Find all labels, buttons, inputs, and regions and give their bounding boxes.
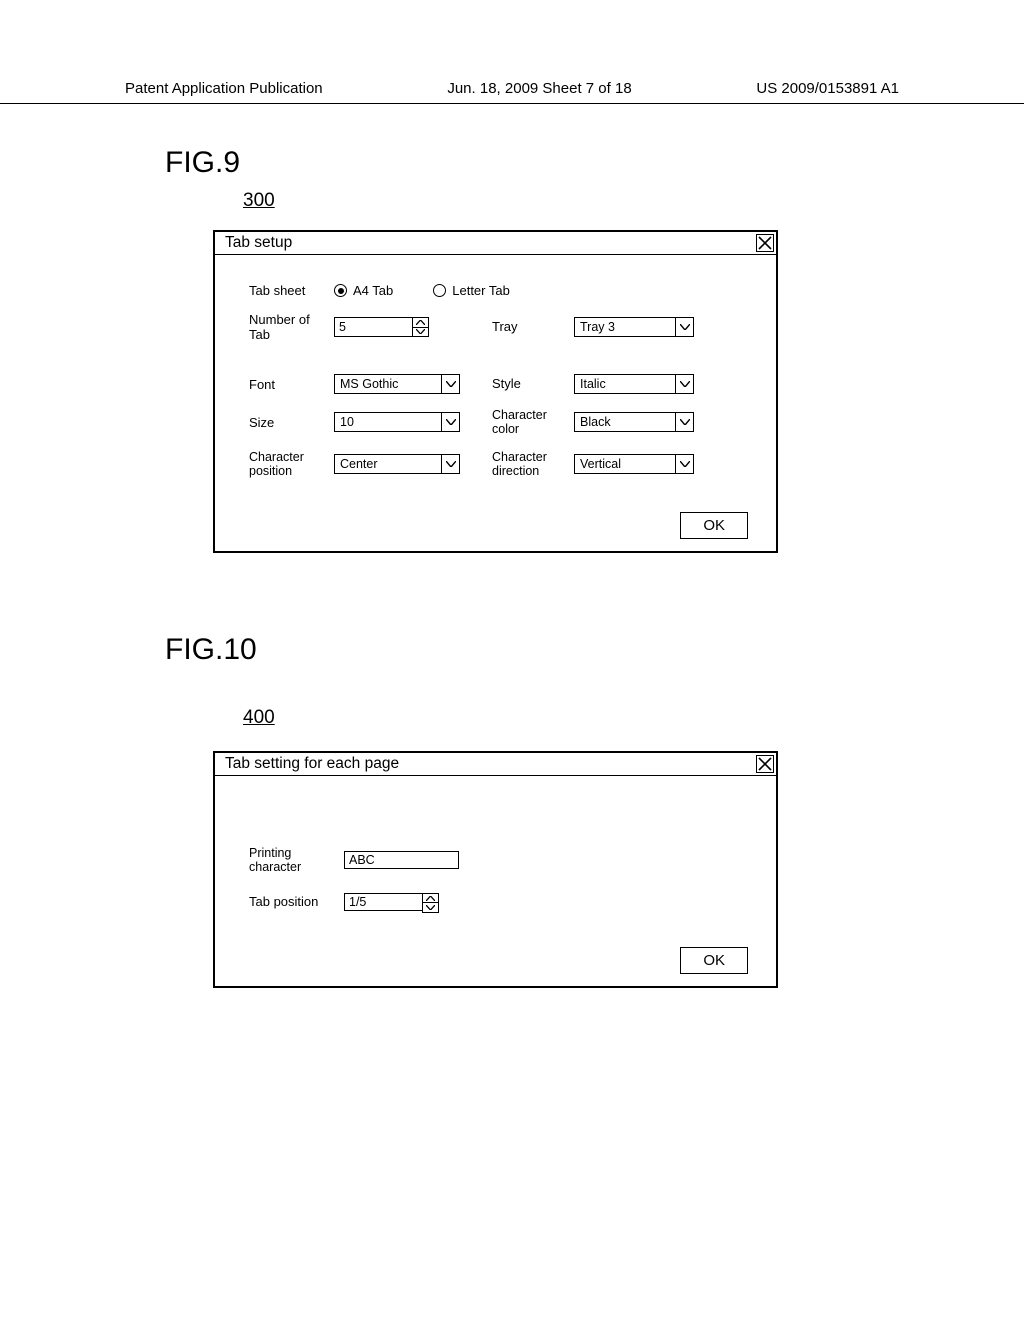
- tab-setting-per-page-dialog: Tab setting for each page Printingcharac…: [213, 751, 778, 988]
- char-direction-value: Vertical: [575, 455, 675, 473]
- size-select[interactable]: 10: [334, 412, 460, 432]
- chevron-down-icon: [675, 318, 693, 336]
- tray-select[interactable]: Tray 3: [574, 317, 694, 337]
- patent-page-header: Patent Application Publication Jun. 18, …: [0, 0, 1024, 104]
- spinner-buttons[interactable]: [412, 317, 429, 337]
- style-value: Italic: [575, 375, 675, 393]
- dialog-titlebar: Tab setup: [215, 232, 776, 255]
- dialog-titlebar: Tab setting for each page: [215, 753, 776, 776]
- char-position-label: Characterposition: [249, 450, 334, 478]
- chevron-down-icon[interactable]: [413, 328, 428, 337]
- spinner-buttons[interactable]: [422, 893, 439, 913]
- style-label: Style: [474, 377, 574, 391]
- number-of-tab-label: Number of Tab: [249, 312, 334, 342]
- close-icon[interactable]: [756, 755, 774, 773]
- a4-tab-radio[interactable]: A4 Tab: [334, 283, 393, 298]
- header-right: US 2009/0153891 A1: [756, 80, 899, 97]
- font-value: MS Gothic: [335, 375, 441, 393]
- dialog-title: Tab setting for each page: [225, 755, 399, 773]
- a4-tab-radio-label: A4 Tab: [353, 283, 393, 298]
- header-center: Jun. 18, 2009 Sheet 7 of 18: [447, 80, 631, 97]
- tab-sheet-label: Tab sheet: [249, 283, 334, 298]
- char-position-value: Center: [335, 455, 441, 473]
- chevron-down-icon: [675, 413, 693, 431]
- style-select[interactable]: Italic: [574, 374, 694, 394]
- letter-tab-radio-label: Letter Tab: [452, 283, 510, 298]
- number-of-tab-spinner[interactable]: 5: [334, 317, 429, 337]
- figure-10-reference-number: 400: [243, 707, 1024, 729]
- tab-position-spinner[interactable]: 1/5: [344, 893, 439, 913]
- chevron-down-icon: [441, 455, 459, 473]
- chevron-down-icon: [441, 375, 459, 393]
- tab-position-label: Tab position: [249, 895, 344, 910]
- size-label: Size: [249, 415, 334, 430]
- header-left: Patent Application Publication: [125, 80, 323, 97]
- radio-unchecked-icon: [433, 284, 446, 297]
- tray-value: Tray 3: [575, 318, 675, 336]
- chevron-up-icon[interactable]: [423, 894, 438, 904]
- tray-label: Tray: [474, 320, 574, 334]
- char-direction-label: Characterdirection: [474, 450, 574, 478]
- char-color-label: Charactercolor: [474, 408, 574, 436]
- figure-9-reference-number: 300: [243, 190, 1024, 212]
- radio-checked-icon: [334, 284, 347, 297]
- chevron-up-icon[interactable]: [413, 318, 428, 328]
- printing-character-input[interactable]: ABC: [344, 851, 459, 869]
- close-icon[interactable]: [756, 234, 774, 252]
- tab-position-value[interactable]: 1/5: [344, 893, 422, 911]
- tab-setup-dialog: Tab setup Tab sheet A4 Tab Letter Tab Nu…: [213, 230, 778, 553]
- number-of-tab-value[interactable]: 5: [334, 317, 412, 337]
- ok-button[interactable]: OK: [680, 947, 748, 974]
- figure-9-label: FIG.9: [165, 146, 1024, 180]
- printing-character-label: Printingcharacter: [249, 846, 344, 875]
- char-color-value: Black: [575, 413, 675, 431]
- char-direction-select[interactable]: Vertical: [574, 454, 694, 474]
- char-position-select[interactable]: Center: [334, 454, 460, 474]
- chevron-down-icon: [441, 413, 459, 431]
- chevron-down-icon: [675, 455, 693, 473]
- font-select[interactable]: MS Gothic: [334, 374, 460, 394]
- chevron-down-icon[interactable]: [423, 903, 438, 912]
- ok-button[interactable]: OK: [680, 512, 748, 539]
- figure-10-label: FIG.10: [165, 633, 1024, 667]
- dialog-title: Tab setup: [225, 234, 292, 252]
- letter-tab-radio[interactable]: Letter Tab: [433, 283, 510, 298]
- chevron-down-icon: [675, 375, 693, 393]
- size-value: 10: [335, 413, 441, 431]
- char-color-select[interactable]: Black: [574, 412, 694, 432]
- font-label: Font: [249, 377, 334, 392]
